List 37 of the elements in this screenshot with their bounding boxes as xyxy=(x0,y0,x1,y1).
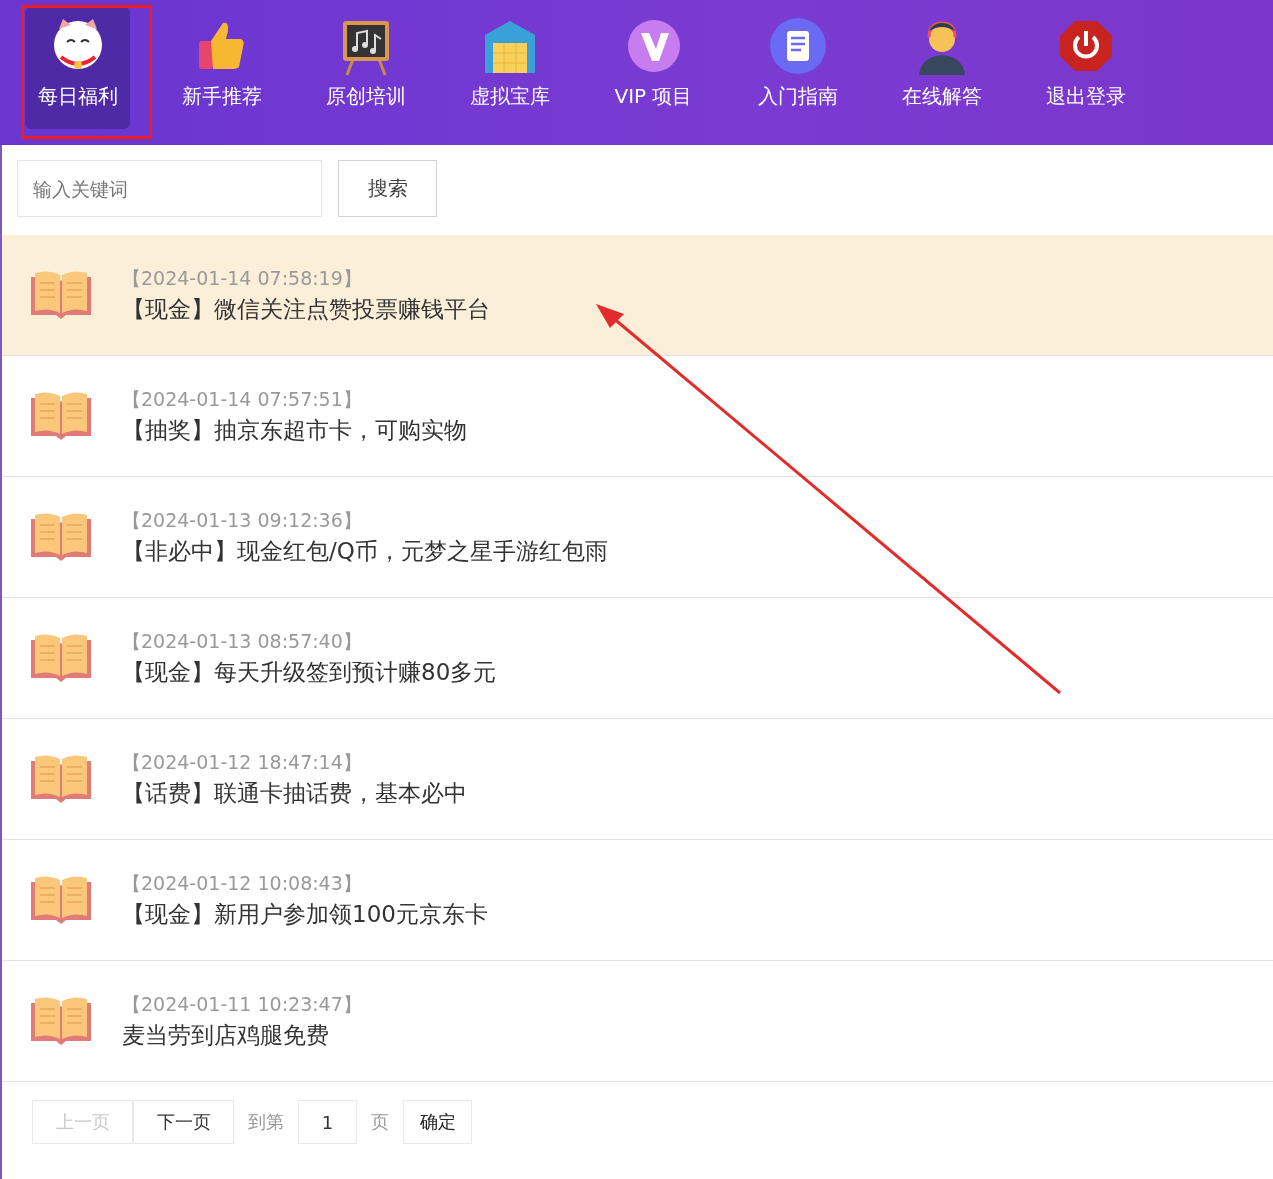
post-title: 【现金】新用户参加领100元京东卡 xyxy=(122,899,488,929)
post-title: 【现金】微信关注点赞投票赚钱平台 xyxy=(122,294,490,324)
page-unit-label: 页 xyxy=(371,1110,389,1134)
post-time: 【2024-01-14 07:58:19】 xyxy=(122,265,363,291)
nav-item[interactable]: 每日福利 xyxy=(25,7,130,129)
post-time: 【2024-01-13 08:57:40】 xyxy=(122,628,363,654)
post-time: 【2024-01-11 10:23:47】 xyxy=(122,991,362,1017)
post-list-item[interactable]: 【2024-01-14 07:58:19】 【现金】微信关注点赞投票赚钱平台 xyxy=(2,235,1273,356)
nav-item[interactable]: 新手推荐 xyxy=(169,7,274,129)
nav-item[interactable]: 入门指南 xyxy=(745,7,850,129)
open-book-icon xyxy=(30,874,92,926)
open-book-icon xyxy=(30,269,92,321)
nav-item[interactable]: 原创培训 xyxy=(313,7,418,129)
open-book-icon xyxy=(30,753,92,805)
post-title: 【非必中】现金红包/Q币，元梦之星手游红包雨 xyxy=(122,536,608,566)
goto-label: 到第 xyxy=(248,1110,284,1134)
page-number-field[interactable]: 1 xyxy=(298,1100,357,1144)
post-title: 【现金】每天升级签到预计赚80多元 xyxy=(122,657,497,687)
nav-item[interactable]: VIP 项目 xyxy=(601,7,706,129)
nav-item[interactable]: 退出登录 xyxy=(1033,7,1138,129)
post-time: 【2024-01-12 18:47:14】 xyxy=(122,749,363,775)
next-page-button[interactable]: 下一页 xyxy=(133,1100,234,1144)
confirm-button[interactable]: 确定 xyxy=(403,1100,472,1144)
open-book-icon xyxy=(30,995,92,1047)
nav-item[interactable]: 在线解答 xyxy=(889,7,994,129)
post-title: 【抽奖】抽京东超市卡，可购实物 xyxy=(122,415,467,445)
search-button[interactable]: 搜索 xyxy=(338,160,437,217)
open-book-icon xyxy=(30,390,92,442)
post-title: 【话费】联通卡抽话费，基本必中 xyxy=(122,778,467,808)
post-time: 【2024-01-14 07:57:51】 xyxy=(122,386,363,412)
post-title: 麦当劳到店鸡腿免费 xyxy=(122,1020,330,1050)
open-book-icon xyxy=(30,632,92,684)
open-book-icon xyxy=(30,511,92,563)
keyword-search-field[interactable]: 输入关键词 xyxy=(17,160,322,217)
post-time: 【2024-01-13 09:12:36】 xyxy=(122,507,363,533)
post-time: 【2024-01-12 10:08:43】 xyxy=(122,870,363,896)
nav-item[interactable]: 虚拟宝库 xyxy=(457,7,562,129)
